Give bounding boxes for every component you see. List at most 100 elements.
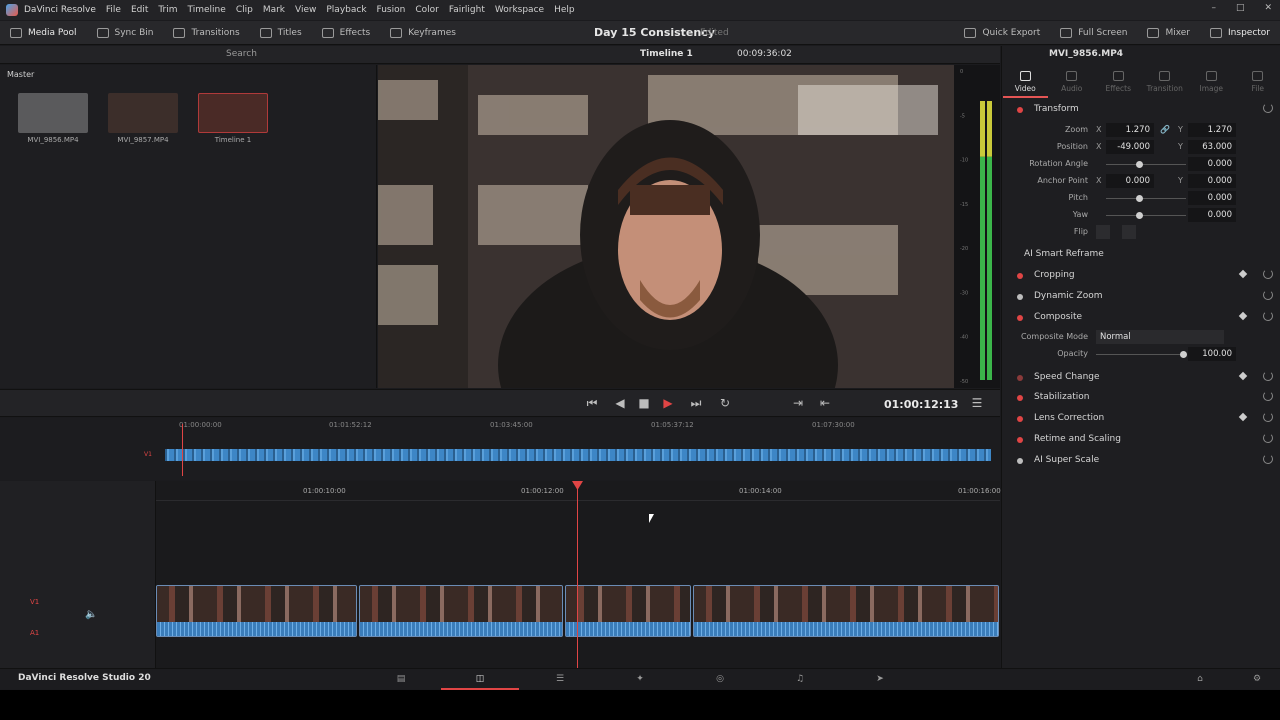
clip-thumbnail[interactable] <box>18 93 88 133</box>
play-icon[interactable]: ▶ <box>661 396 675 410</box>
tab-audio[interactable]: Audio <box>1049 68 1094 98</box>
menu-help[interactable]: Help <box>554 5 575 15</box>
menu-timeline[interactable]: Timeline <box>188 5 226 15</box>
slider-knob[interactable] <box>1180 351 1187 358</box>
reset-icon[interactable] <box>1263 433 1273 443</box>
speed-change-section[interactable]: Speed Change <box>1002 368 1280 388</box>
transitions-button[interactable]: Transitions <box>163 21 249 45</box>
pitch-slider[interactable] <box>1106 198 1186 199</box>
menu-file[interactable]: File <box>106 5 121 15</box>
opacity-slider[interactable] <box>1096 354 1186 355</box>
opacity-field[interactable]: 100.00 <box>1188 347 1236 361</box>
playhead[interactable] <box>572 481 583 668</box>
menu-clip[interactable]: Clip <box>236 5 253 15</box>
timeline-selector[interactable]: Timeline 1 <box>640 49 693 59</box>
yaw-field[interactable]: 0.000 <box>1188 208 1236 222</box>
cropping-section[interactable]: Cropping <box>1002 266 1280 286</box>
flip-vertical-icon[interactable] <box>1122 225 1136 239</box>
close-icon[interactable]: ✕ <box>1264 3 1272 13</box>
keyframe-icon[interactable] <box>1238 412 1248 422</box>
stop-icon[interactable]: ■ <box>637 396 651 410</box>
yaw-slider[interactable] <box>1106 215 1186 216</box>
zoom-x-field[interactable]: 1.270 <box>1106 123 1154 137</box>
sync-bin-button[interactable]: Sync Bin <box>87 21 164 45</box>
reset-icon[interactable] <box>1263 103 1273 113</box>
enable-dot-icon[interactable] <box>1017 375 1023 381</box>
rotation-slider[interactable] <box>1106 164 1186 165</box>
menu-workspace[interactable]: Workspace <box>495 5 544 15</box>
composite-section[interactable]: Composite <box>1002 308 1280 328</box>
stabilization-section[interactable]: Stabilization <box>1002 388 1280 408</box>
go-to-end-icon[interactable]: ⏭ <box>689 396 703 410</box>
fairlight-page-icon[interactable]: ♫ <box>761 669 839 690</box>
edit-page-icon[interactable]: ☰ <box>521 669 599 690</box>
go-to-start-icon[interactable]: ⏮ <box>585 396 599 410</box>
retime-section[interactable]: Retime and Scaling <box>1002 430 1280 450</box>
menu-trim[interactable]: Trim <box>158 5 177 15</box>
timeline-clip[interactable] <box>156 585 357 637</box>
tab-image[interactable]: Image <box>1189 68 1234 98</box>
position-y-field[interactable]: 63.000 <box>1188 140 1236 154</box>
media-pool-button[interactable]: Media Pool <box>0 21 87 45</box>
mini-playhead[interactable] <box>182 424 183 476</box>
anchor-y-field[interactable]: 0.000 <box>1188 174 1236 188</box>
upper-timeline[interactable]: 01:00:00:00 01:01:52:12 01:03:45:00 01:0… <box>0 418 1000 480</box>
minimize-icon[interactable]: – <box>1211 3 1216 13</box>
timeline-clip[interactable] <box>359 585 563 637</box>
menu-edit[interactable]: Edit <box>131 5 148 15</box>
menu-playback[interactable]: Playback <box>326 5 366 15</box>
slider-knob[interactable] <box>1136 195 1143 202</box>
menu-mark[interactable]: Mark <box>263 5 285 15</box>
options-menu-icon[interactable]: ☰ <box>970 396 984 410</box>
flip-horizontal-icon[interactable] <box>1096 225 1110 239</box>
quick-export-button[interactable]: Quick Export <box>954 21 1050 45</box>
search-input[interactable]: Search <box>226 49 336 61</box>
tab-video[interactable]: Video <box>1002 68 1048 98</box>
timeline-clip[interactable] <box>693 585 999 637</box>
media-page-icon[interactable]: ▤ <box>362 669 440 690</box>
previous-edit-icon[interactable]: ⇤ <box>818 396 832 410</box>
mixer-button[interactable]: Mixer <box>1137 21 1200 45</box>
zoom-y-field[interactable]: 1.270 <box>1188 123 1236 137</box>
reset-icon[interactable] <box>1263 391 1273 401</box>
timeline-clip[interactable] <box>565 585 691 637</box>
menu-view[interactable]: View <box>295 5 316 15</box>
slider-knob[interactable] <box>1136 212 1143 219</box>
reset-icon[interactable] <box>1263 269 1273 279</box>
color-page-icon[interactable]: ◎ <box>681 669 759 690</box>
effects-button[interactable]: Effects <box>312 21 381 45</box>
ai-smart-reframe-section[interactable]: AI Smart Reframe <box>1002 245 1280 265</box>
transform-section[interactable]: Transform <box>1002 100 1280 120</box>
maximize-icon[interactable]: □ <box>1236 3 1245 13</box>
enable-dot-icon[interactable] <box>1017 395 1023 401</box>
tab-transition[interactable]: Transition <box>1142 68 1187 98</box>
link-icon[interactable]: 🔗 <box>1160 125 1170 134</box>
deliver-page-icon[interactable]: ➤ <box>841 669 919 690</box>
cut-page-icon[interactable]: ◫ <box>441 669 519 690</box>
menu-fusion[interactable]: Fusion <box>377 5 406 15</box>
timeline-thumbnail[interactable] <box>198 93 268 133</box>
mini-clip-strip[interactable] <box>165 449 991 461</box>
reset-icon[interactable] <box>1263 311 1273 321</box>
dynamic-zoom-section[interactable]: Dynamic Zoom <box>1002 287 1280 307</box>
keyframe-icon[interactable] <box>1238 371 1248 381</box>
enable-dot-icon[interactable] <box>1017 107 1023 113</box>
menu-fairlight[interactable]: Fairlight <box>449 5 485 15</box>
composite-mode-select[interactable]: Normal <box>1096 330 1224 344</box>
video-viewer[interactable] <box>378 65 954 388</box>
clip-thumbnail[interactable] <box>108 93 178 133</box>
reset-icon[interactable] <box>1263 290 1273 300</box>
bin-title[interactable]: Master <box>7 70 34 79</box>
reset-icon[interactable] <box>1263 412 1273 422</box>
menu-color[interactable]: Color <box>415 5 439 15</box>
keyframe-icon[interactable] <box>1238 269 1248 279</box>
reverse-play-icon[interactable]: ◀ <box>613 396 627 410</box>
next-edit-icon[interactable]: ⇥ <box>791 396 805 410</box>
keyframe-icon[interactable] <box>1238 311 1248 321</box>
volume-icon[interactable]: 🔈 <box>85 609 97 620</box>
full-screen-button[interactable]: Full Screen <box>1050 21 1137 45</box>
inspector-button[interactable]: Inspector <box>1200 21 1280 45</box>
enable-dot-icon[interactable] <box>1017 273 1023 279</box>
titles-button[interactable]: Titles <box>250 21 312 45</box>
upper-ruler[interactable]: 01:00:00:00 01:01:52:12 01:03:45:00 01:0… <box>165 418 1000 432</box>
